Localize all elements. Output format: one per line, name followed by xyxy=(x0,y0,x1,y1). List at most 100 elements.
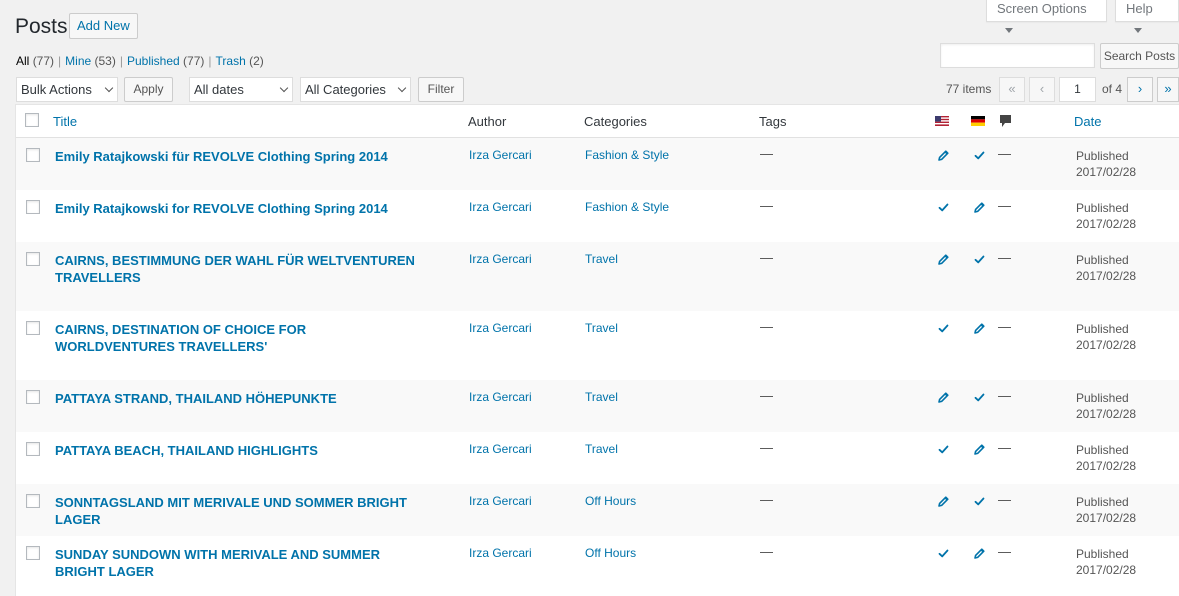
post-category-link[interactable]: Fashion & Style xyxy=(585,200,669,214)
edit-translation-icon[interactable] xyxy=(973,201,987,215)
add-new-button[interactable]: Add New xyxy=(69,13,138,39)
column-date[interactable]: Date xyxy=(1074,114,1101,129)
post-author-link[interactable]: Irza Gercari xyxy=(469,442,532,456)
translation-check-icon[interactable] xyxy=(937,201,951,215)
table-row: PATTAYA BEACH, THAILAND HIGHLIGHTS Irza G… xyxy=(16,432,1179,484)
post-author-link[interactable]: Irza Gercari xyxy=(469,390,532,404)
edit-translation-icon[interactable] xyxy=(973,322,987,336)
prev-page-button: ‹ xyxy=(1029,77,1055,102)
translation-check-icon[interactable] xyxy=(973,495,987,509)
row-checkbox[interactable] xyxy=(26,148,40,162)
view-all[interactable]: All (77) xyxy=(16,54,54,68)
post-author-link[interactable]: Irza Gercari xyxy=(469,252,532,266)
post-comments: — xyxy=(998,388,1011,403)
row-checkbox[interactable] xyxy=(26,200,40,214)
caret-down-icon xyxy=(1134,28,1142,33)
post-title-link[interactable]: CAIRNS, BESTIMMUNG DER WAHL FÜR WELTVENT… xyxy=(55,252,415,286)
current-page-input[interactable]: 1 xyxy=(1059,77,1096,102)
edit-translation-icon[interactable] xyxy=(973,547,987,561)
category-filter-value: All Categories xyxy=(305,82,386,97)
row-checkbox[interactable] xyxy=(26,546,40,560)
translation-check-icon[interactable] xyxy=(937,443,951,457)
translation-check-icon[interactable] xyxy=(937,547,951,561)
post-category-link[interactable]: Travel xyxy=(585,390,618,404)
post-author-link[interactable]: Irza Gercari xyxy=(469,200,532,214)
post-date-cell: Published 2017/02/28 xyxy=(1076,252,1136,284)
post-tags: — xyxy=(760,388,773,403)
caret-down-icon xyxy=(1005,28,1013,33)
date-filter-value: All dates xyxy=(194,82,244,97)
view-mine-label: Mine xyxy=(65,54,92,68)
post-date: 2017/02/28 xyxy=(1076,459,1137,473)
column-title[interactable]: Title xyxy=(53,114,77,129)
edit-translation-icon[interactable] xyxy=(973,443,987,457)
bulk-actions-select[interactable]: Bulk Actions xyxy=(16,77,118,102)
row-checkbox[interactable] xyxy=(26,321,40,335)
post-status: Published xyxy=(1076,495,1129,509)
post-date-cell: Published 2017/02/28 xyxy=(1076,148,1136,180)
post-category-link[interactable]: Off Hours xyxy=(585,494,636,508)
table-row: Emily Ratajkowski for REVOLVE Clothing S… xyxy=(16,190,1179,242)
filter-button[interactable]: Filter xyxy=(418,77,464,102)
post-title-link[interactable]: Emily Ratajkowski for REVOLVE Clothing S… xyxy=(55,200,415,217)
last-page-button[interactable]: » xyxy=(1157,77,1179,102)
translation-check-icon[interactable] xyxy=(973,149,987,163)
post-title-link[interactable]: PATTAYA BEACH, THAILAND HIGHLIGHTS xyxy=(55,442,415,459)
search-input[interactable] xyxy=(940,43,1095,68)
post-title-link[interactable]: Emily Ratajkowski für REVOLVE Clothing S… xyxy=(55,148,415,165)
post-author-link[interactable]: Irza Gercari xyxy=(469,321,532,335)
post-comments: — xyxy=(998,250,1011,265)
post-category-link[interactable]: Travel xyxy=(585,321,618,335)
post-title-link[interactable]: SUNDAY SUNDOWN WITH MERIVALE AND SUMMER … xyxy=(55,546,415,580)
translation-check-icon[interactable] xyxy=(973,253,987,267)
post-tags: — xyxy=(760,492,773,507)
column-author: Author xyxy=(468,114,507,129)
post-author-link[interactable]: Irza Gercari xyxy=(469,546,532,560)
post-author-link[interactable]: Irza Gercari xyxy=(469,148,532,162)
post-category-link[interactable]: Travel xyxy=(585,442,618,456)
edit-translation-icon[interactable] xyxy=(937,149,951,163)
post-category-link[interactable]: Off Hours xyxy=(585,546,636,560)
post-category-link[interactable]: Fashion & Style xyxy=(585,148,669,162)
apply-button[interactable]: Apply xyxy=(124,77,173,102)
post-title-link[interactable]: PATTAYA STRAND, THAILAND HÖHEPUNKTE xyxy=(55,390,415,407)
post-comments: — xyxy=(998,319,1011,334)
row-checkbox[interactable] xyxy=(26,442,40,456)
date-filter-select[interactable]: All dates xyxy=(189,77,293,102)
post-title-link[interactable]: CAIRNS, DESTINATION OF CHOICE FOR WORLDV… xyxy=(55,321,415,355)
flag-de-icon xyxy=(971,116,985,126)
search-posts-button[interactable]: Search Posts xyxy=(1100,43,1179,69)
total-pages: of 4 xyxy=(1102,82,1123,96)
next-page-button[interactable]: › xyxy=(1127,77,1153,102)
chevron-down-icon xyxy=(104,83,114,93)
table-row: Emily Ratajkowski für REVOLVE Clothing S… xyxy=(16,138,1179,190)
help-button[interactable]: Help xyxy=(1115,0,1179,33)
edit-translation-icon[interactable] xyxy=(937,391,951,405)
translation-check-icon[interactable] xyxy=(937,322,951,336)
post-date: 2017/02/28 xyxy=(1076,407,1137,421)
view-separator: | xyxy=(119,54,123,68)
post-category-link[interactable]: Travel xyxy=(585,252,618,266)
select-all-checkbox[interactable] xyxy=(25,113,39,127)
row-checkbox[interactable] xyxy=(26,390,40,404)
screen-options-button[interactable]: Screen Options xyxy=(986,0,1107,33)
view-trash[interactable]: Trash (2) xyxy=(216,54,264,68)
post-status: Published xyxy=(1076,201,1129,215)
post-tags: — xyxy=(760,198,773,213)
edit-translation-icon[interactable] xyxy=(937,253,951,267)
post-title-link[interactable]: SONNTAGSLAND MIT MERIVALE UND SOMMER BRI… xyxy=(55,494,415,528)
row-checkbox[interactable] xyxy=(26,252,40,266)
view-mine[interactable]: Mine (53) xyxy=(65,54,116,68)
category-filter-select[interactable]: All Categories xyxy=(300,77,411,102)
bulk-actions-value: Bulk Actions xyxy=(21,82,92,97)
table-header: Title Author Categories Tags Date xyxy=(16,105,1179,138)
row-checkbox[interactable] xyxy=(26,494,40,508)
post-status: Published xyxy=(1076,322,1129,336)
view-published[interactable]: Published (77) xyxy=(127,54,204,68)
post-author-link[interactable]: Irza Gercari xyxy=(469,494,532,508)
post-date: 2017/02/28 xyxy=(1076,217,1137,231)
translation-check-icon[interactable] xyxy=(973,391,987,405)
posts-table: Title Author Categories Tags Date Emily … xyxy=(15,104,1179,596)
view-published-label: Published xyxy=(126,54,180,68)
edit-translation-icon[interactable] xyxy=(937,495,951,509)
